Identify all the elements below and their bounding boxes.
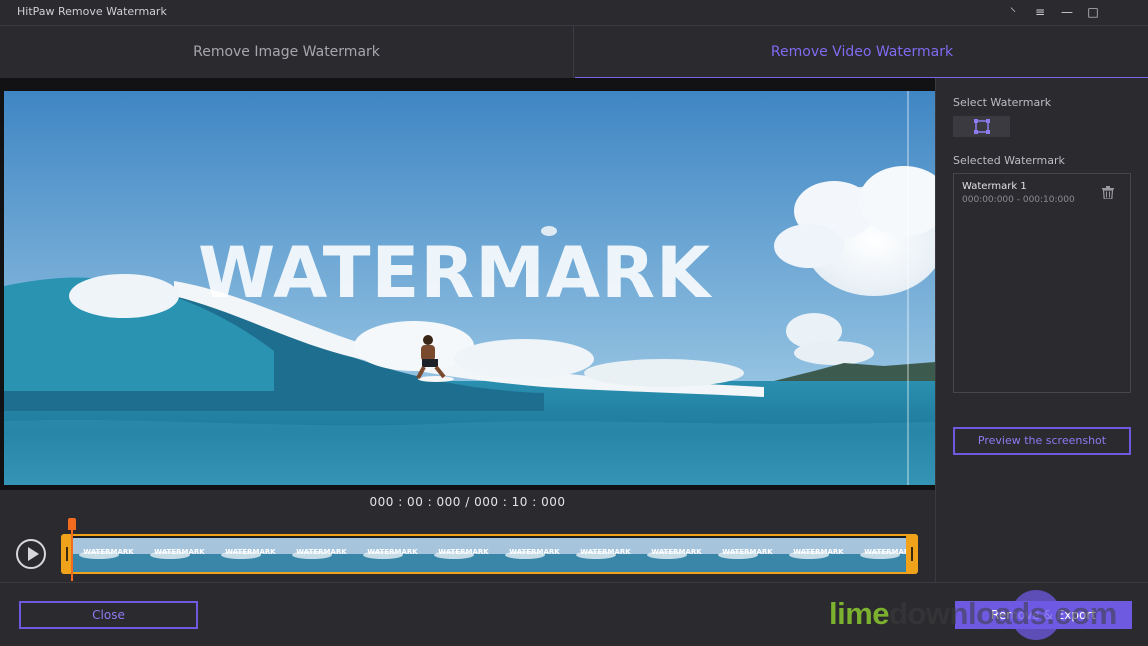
pin-icon[interactable]: ⸌ xyxy=(1003,3,1023,21)
select-watermark-button[interactable] xyxy=(953,116,1010,137)
mode-tabs: Remove Image Watermark Remove Video Wate… xyxy=(0,25,1148,79)
selected-watermark-list: Watermark 1 000:00:000 - 000:10:000 xyxy=(953,173,1131,393)
playhead-line xyxy=(71,528,73,581)
watermark-overlay-text: WATERMARK xyxy=(198,232,712,314)
watermark-selection-edge[interactable] xyxy=(907,91,909,485)
app-title: HitPaw Remove Watermark xyxy=(17,5,167,18)
filmstrip-frame: WATERMARK xyxy=(712,538,783,572)
watermark-name: Watermark 1 xyxy=(962,181,1027,192)
frame-watermark-label: WATERMARK xyxy=(580,548,631,556)
filmstrip[interactable]: WATERMARK WATERMARK WATERMARK WATERMARK WATE… xyxy=(61,534,918,574)
filmstrip-frame: WATERMARK xyxy=(428,538,499,572)
selected-watermark-label: Selected Watermark xyxy=(953,154,1065,167)
trim-handle-end[interactable] xyxy=(906,534,918,574)
frame-watermark-label: WATERMARK xyxy=(509,548,560,556)
filmstrip-frame: WATERMARK xyxy=(783,538,854,572)
trash-icon[interactable] xyxy=(1102,186,1114,199)
menu-icon[interactable]: ≡ xyxy=(1030,3,1050,21)
select-watermark-label: Select Watermark xyxy=(953,96,1052,109)
filmstrip-frame: WATERMARK xyxy=(499,538,570,572)
selection-box-icon xyxy=(974,119,990,134)
filmstrip-frame: WATERMARK xyxy=(144,538,215,572)
tab-remove-video-watermark[interactable]: Remove Video Watermark xyxy=(575,26,1148,79)
frame-watermark-label: WATERMARK xyxy=(651,548,702,556)
filmstrip-frame: WATERMARK xyxy=(570,538,641,572)
frame-watermark-label: WATERMARK xyxy=(722,548,773,556)
frame-watermark-label: WATERMARK xyxy=(793,548,844,556)
time-readout: 000 : 00 : 000 / 000 : 10 : 000 xyxy=(369,495,566,509)
frame-watermark-label: WATERMARK xyxy=(225,548,276,556)
play-icon xyxy=(28,547,39,561)
filmstrip-frame: WATERMARK xyxy=(357,538,428,572)
filmstrip-frame: WATERMARK xyxy=(641,538,712,572)
close-button[interactable]: Close xyxy=(19,601,198,629)
frame-watermark-label: WATERMARK xyxy=(83,548,134,556)
title-bar: HitPaw Remove Watermark ⸌ ≡ — □ xyxy=(0,0,1148,25)
filmstrip-frames: WATERMARK WATERMARK WATERMARK WATERMARK WATE… xyxy=(73,538,916,572)
tab-remove-image-watermark[interactable]: Remove Image Watermark xyxy=(0,26,574,79)
filmstrip-frame: WATERMARK xyxy=(73,538,144,572)
frame-watermark-label: WATERMARK xyxy=(438,548,489,556)
watermark-list-item[interactable]: Watermark 1 000:00:000 - 000:10:000 xyxy=(954,174,1130,214)
video-preview[interactable]: WATERMARK xyxy=(4,91,948,485)
filmstrip-frame: WATERMARK xyxy=(286,538,357,572)
maximize-icon[interactable]: □ xyxy=(1083,3,1103,21)
frame-watermark-label: WATERMARK xyxy=(367,548,418,556)
frame-watermark-label: WATERMARK xyxy=(296,548,347,556)
frame-watermark-label: WATERMARK xyxy=(154,548,205,556)
filmstrip-frame: WATERMARK xyxy=(215,538,286,572)
play-button[interactable] xyxy=(16,539,46,569)
preview-screenshot-button[interactable]: Preview the screenshot xyxy=(953,427,1131,455)
watermark-time-range: 000:00:000 - 000:10:000 xyxy=(962,195,1075,205)
site-watermark-logo: limedownloads.com xyxy=(829,596,1117,631)
minimize-icon[interactable]: — xyxy=(1057,3,1077,21)
